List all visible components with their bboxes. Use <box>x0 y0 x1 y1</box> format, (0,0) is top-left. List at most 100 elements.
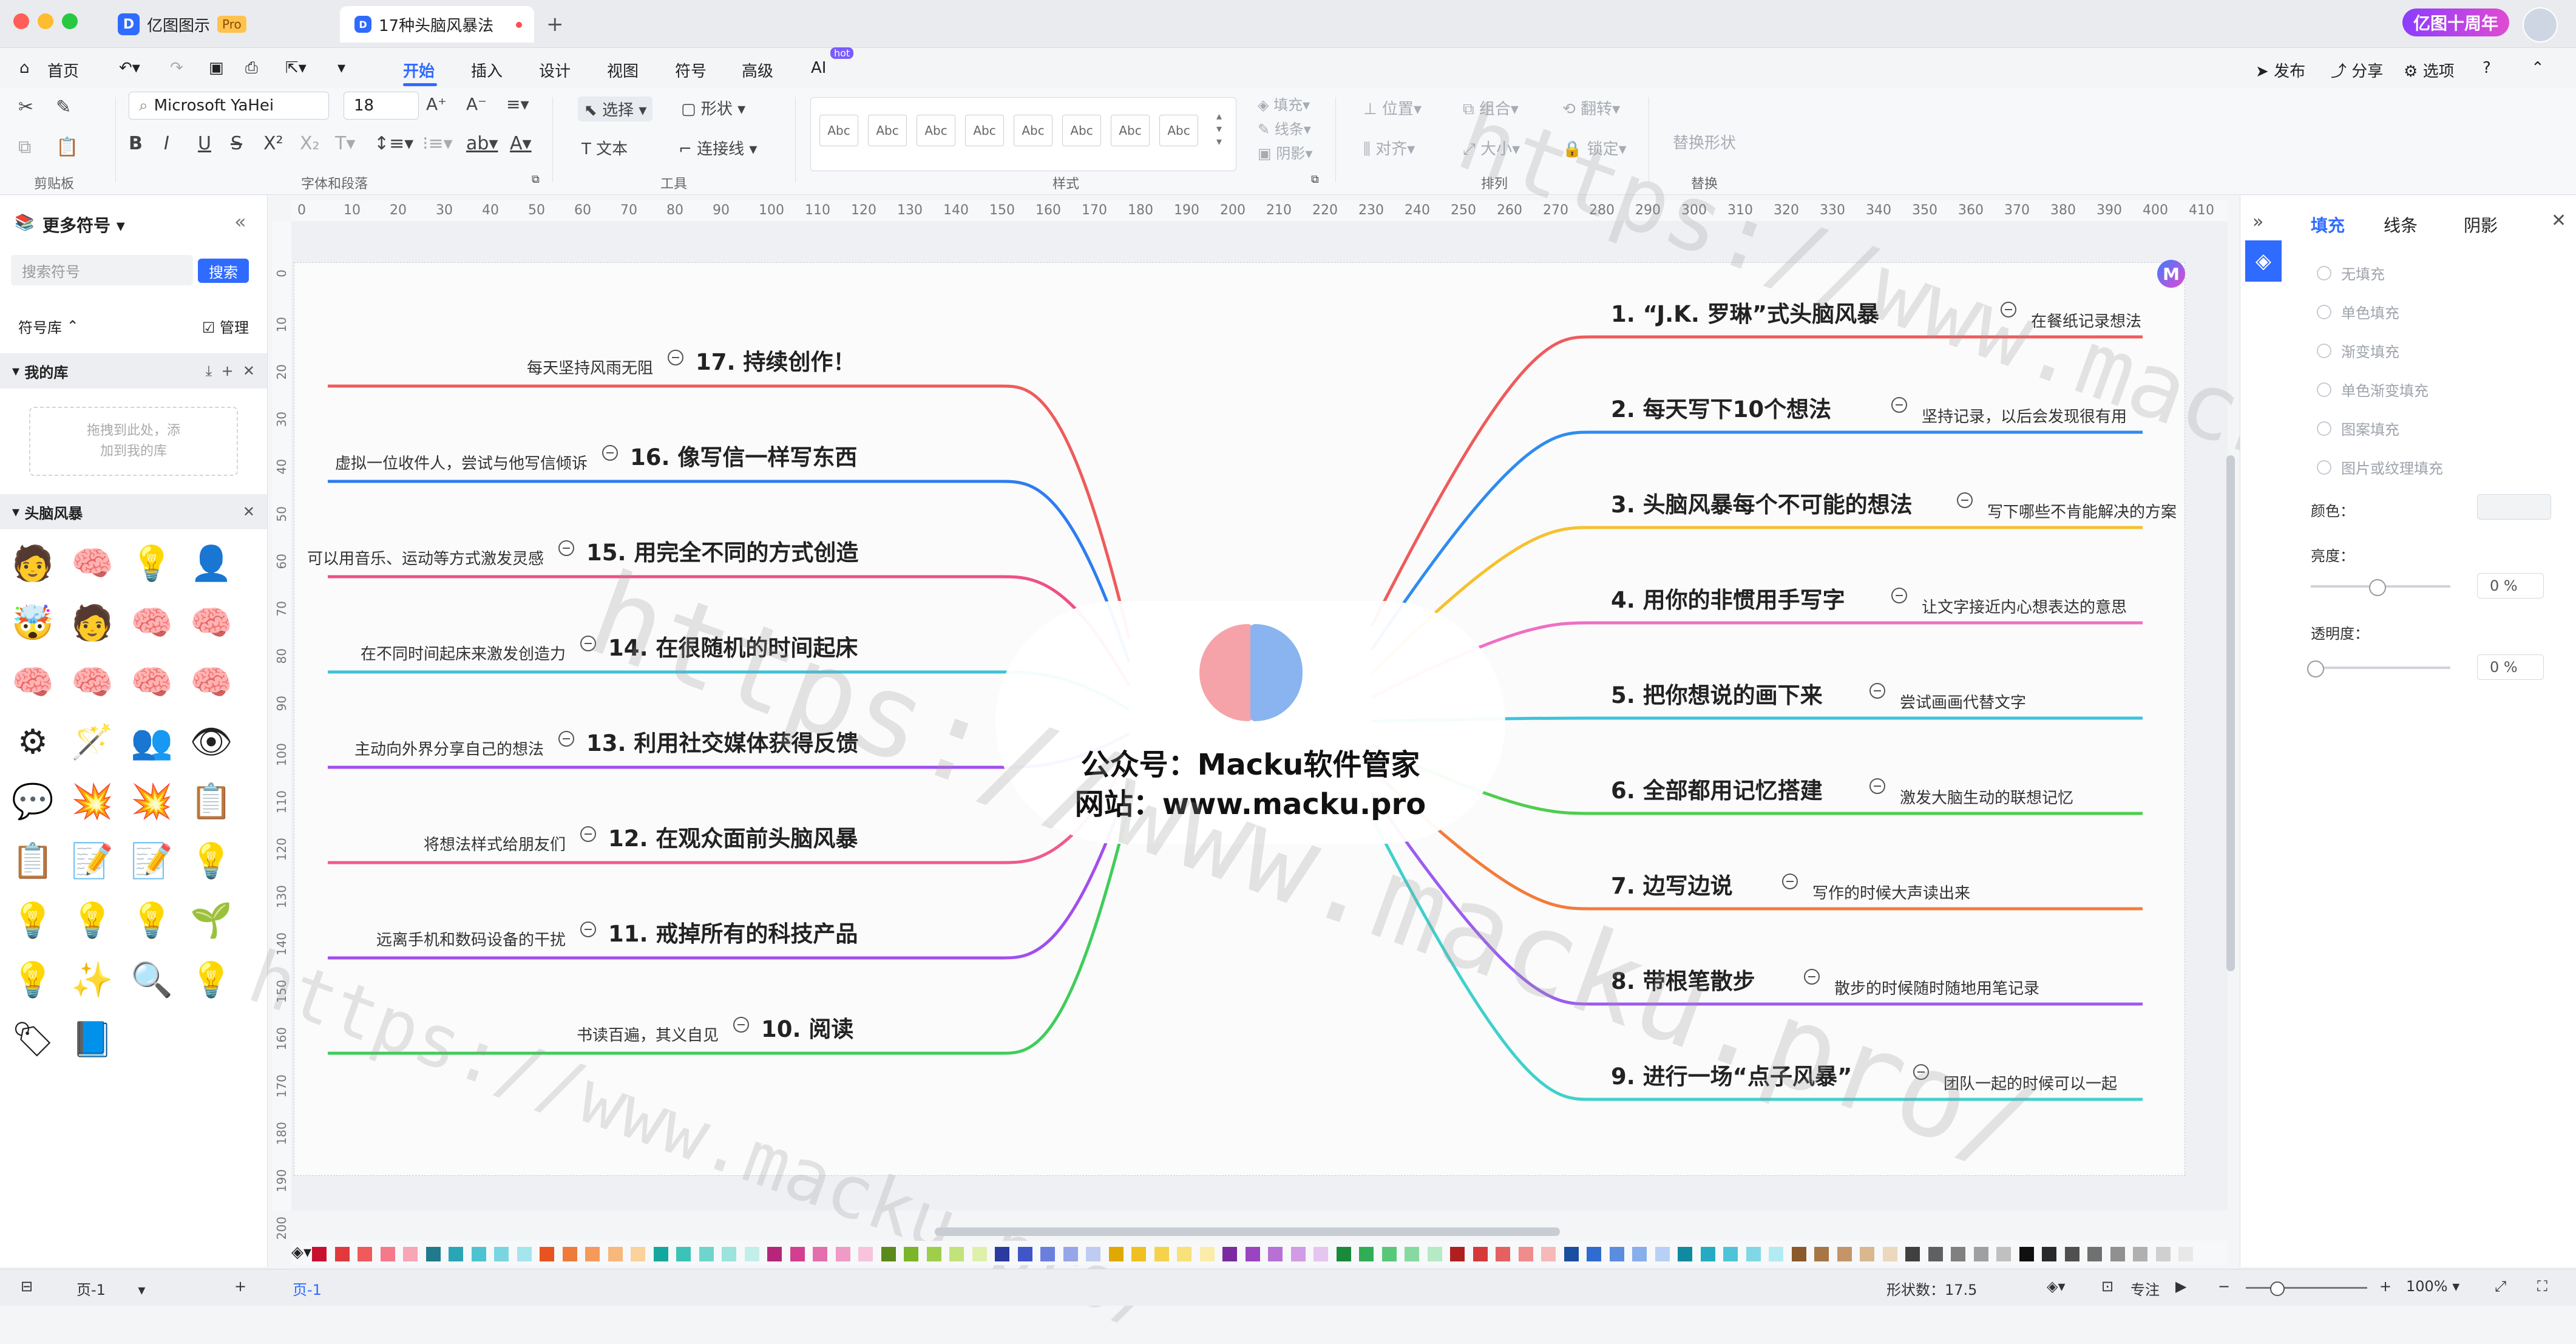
brainstorm-symbol[interactable]: 👥 <box>130 720 174 764</box>
collapse-ribbon-icon[interactable]: ⌃ <box>2531 59 2544 77</box>
color-swatch[interactable] <box>2019 1247 2034 1261</box>
zoom-slider-thumb[interactable] <box>2270 1281 2285 1296</box>
brainstorm-symbol[interactable]: 📝 <box>70 839 114 883</box>
brainstorm-symbol[interactable]: 👤 <box>189 541 233 585</box>
cut-icon[interactable]: ✂ <box>18 97 33 118</box>
brightness-input[interactable]: 0 % <box>2477 573 2544 599</box>
mindmaster-logo-icon[interactable]: M <box>2157 260 2185 288</box>
page-view-icon[interactable]: ⊟ <box>21 1278 33 1295</box>
fill-option[interactable]: 单色渐变填充 <box>2317 379 2429 400</box>
color-swatch[interactable] <box>1199 1247 1215 1261</box>
radio-button[interactable] <box>2317 265 2331 280</box>
page-tab-1[interactable]: 页-1 <box>293 1278 322 1299</box>
topic-left-13[interactable]: 13. 利用社交媒体获得反馈 <box>586 725 858 758</box>
color-swatch[interactable] <box>540 1247 554 1261</box>
brainstorm-symbol[interactable]: 🪄 <box>70 720 114 764</box>
color-swatch[interactable] <box>1336 1247 1351 1261</box>
fill-button[interactable]: ◈ 填充▾ <box>1258 93 1310 114</box>
color-swatch[interactable] <box>2477 494 2551 520</box>
topic-right-2[interactable]: 2. 每天写下10个想法 <box>1611 391 1831 424</box>
fill-option[interactable]: 图片或纹理填充 <box>2317 456 2443 478</box>
color-swatch[interactable] <box>1177 1247 1191 1261</box>
horizontal-scrollbar[interactable] <box>935 1227 1560 1236</box>
italic-icon[interactable]: I <box>164 133 169 154</box>
increase-font-icon[interactable]: A⁺ <box>426 94 447 114</box>
format-painter-icon[interactable]: ✎ <box>56 97 71 118</box>
brainstorm-symbol[interactable]: 🔍 <box>130 958 174 1002</box>
layers-icon[interactable]: ◈▾ <box>2047 1278 2066 1295</box>
color-swatch[interactable] <box>1769 1247 1783 1261</box>
color-swatch[interactable] <box>972 1247 987 1261</box>
vertical-scrollbar[interactable] <box>2226 455 2235 971</box>
color-swatch[interactable] <box>1290 1247 1306 1261</box>
font-dialog-launcher-icon[interactable]: ⧉ <box>532 173 540 186</box>
brainstorm-symbol[interactable]: 🧠 <box>11 660 55 704</box>
brainstorm-symbol[interactable]: 👁 <box>189 720 233 764</box>
color-swatch[interactable] <box>2064 1247 2079 1261</box>
line-spacing-icon[interactable]: ↕≡▾ <box>374 133 413 154</box>
color-swatch[interactable] <box>2178 1247 2193 1261</box>
more-symbols-title[interactable]: 更多符号 ▾ <box>42 212 125 237</box>
lock-button[interactable]: 🔒 锁定▾ <box>1562 137 1627 159</box>
fill-option[interactable]: 图案填充 <box>2317 418 2399 439</box>
options-button[interactable]: ⚙ 选项 <box>2404 59 2455 81</box>
shadow-button[interactable]: ▣ 阴影▾ <box>1258 141 1312 163</box>
my-library-header[interactable]: ▾ 我的库 ⤓ + ✕ <box>0 353 267 389</box>
color-swatch[interactable] <box>1518 1247 1533 1261</box>
color-swatch[interactable] <box>471 1247 486 1261</box>
minimize-window-button[interactable] <box>38 13 53 29</box>
shape-tool[interactable]: ▢ 形状 ▾ <box>681 97 745 119</box>
color-swatch[interactable] <box>722 1247 736 1261</box>
topic-right-9[interactable]: 9. 进行一场“点子风暴” <box>1611 1058 1852 1091</box>
brainstorm-symbol[interactable]: 💡 <box>189 958 233 1002</box>
topic-right-1[interactable]: 1. “J.K. 罗琳”式头脑风暴 <box>1611 296 1879 328</box>
color-swatch[interactable] <box>1541 1247 1556 1261</box>
topic-right-6[interactable]: 6. 全部都用记忆搭建 <box>1611 772 1823 805</box>
topic-left-12[interactable]: 12. 在观众面前头脑风暴 <box>608 820 858 853</box>
tab-app-home[interactable]: D 亿图图示 Pro <box>103 6 340 42</box>
radio-button[interactable] <box>2317 421 2331 436</box>
anniversary-banner[interactable]: 亿图十周年 <box>2402 8 2509 36</box>
zoom-level[interactable]: 100% ▾ <box>2406 1278 2459 1295</box>
color-swatch[interactable] <box>1746 1247 1761 1261</box>
decrease-font-icon[interactable]: A⁻ <box>466 94 487 114</box>
color-swatch[interactable] <box>1928 1247 1943 1261</box>
select-tool[interactable]: ⬉ 选择 ▾ <box>578 97 653 121</box>
style-option[interactable]: Abc <box>965 115 1004 146</box>
color-swatch[interactable] <box>1040 1247 1055 1261</box>
collapse-icon[interactable] <box>1782 874 1798 889</box>
brainstorm-symbol[interactable]: 💡 <box>11 898 55 942</box>
opacity-slider-thumb[interactable] <box>2307 660 2324 677</box>
bullet-list-icon[interactable]: ⁝≡▾ <box>422 133 453 154</box>
color-swatch[interactable] <box>1791 1247 1806 1261</box>
brainstorm-symbol[interactable]: 🤯 <box>11 601 55 645</box>
tab-line[interactable]: 线条 <box>2384 212 2418 237</box>
color-swatch[interactable] <box>1814 1247 1829 1261</box>
brainstorm-symbol[interactable]: 💥 <box>70 779 114 823</box>
share-button[interactable]: ⤴ 分享 <box>2331 59 2383 81</box>
color-swatch[interactable] <box>1131 1247 1146 1261</box>
color-swatch[interactable] <box>1381 1247 1397 1261</box>
brainstorm-symbol[interactable]: 💡 <box>130 541 174 585</box>
collapse-icon[interactable] <box>1869 683 1885 699</box>
font-size-select[interactable]: 18 <box>344 92 419 120</box>
manage-button[interactable]: ☑ 管理 <box>202 316 249 337</box>
drop-to-my-library-area[interactable]: 拖拽到此处，添 加到我的库 <box>29 407 238 476</box>
my-library-actions[interactable]: ⤓ + ✕ <box>206 362 255 379</box>
focus-button[interactable]: 专注 <box>2130 1278 2160 1299</box>
topic-right-4[interactable]: 4. 用你的非惯用手写字 <box>1611 582 1845 614</box>
color-swatch[interactable] <box>1427 1247 1442 1261</box>
tab-fill[interactable]: 填充 <box>2311 212 2345 237</box>
expand-panel-icon[interactable]: » <box>2252 211 2263 232</box>
brainstorm-symbol[interactable]: 🧑 <box>70 601 114 645</box>
close-window-button[interactable] <box>13 13 29 29</box>
collapse-icon[interactable] <box>580 636 596 651</box>
color-swatch[interactable] <box>2042 1247 2056 1261</box>
tab-symbol[interactable]: 符号 <box>675 59 707 81</box>
collapse-icon[interactable] <box>580 826 596 842</box>
style-dialog-launcher-icon[interactable]: ⧉ <box>1311 173 1319 186</box>
collapse-icon[interactable] <box>602 445 618 461</box>
tab-start[interactable]: 开始 <box>403 59 435 81</box>
style-option[interactable]: Abc <box>868 115 907 146</box>
topic-right-3[interactable]: 3. 头脑风暴每个不可能的想法 <box>1611 486 1913 519</box>
